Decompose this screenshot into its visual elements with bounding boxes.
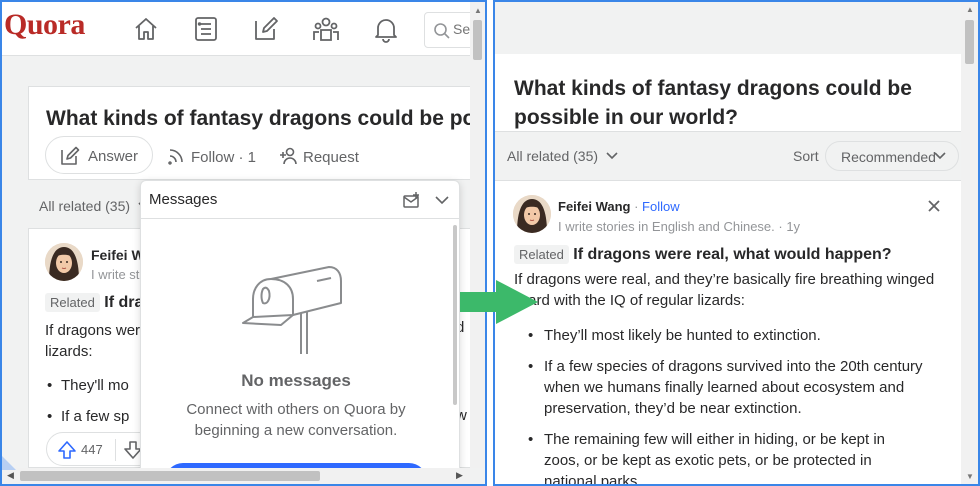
answer-bullet: They'll mo xyxy=(47,377,129,394)
right-browser-pane: What kinds of fantasy dragons could be p… xyxy=(493,0,980,486)
author-avatar[interactable] xyxy=(45,243,83,281)
all-related-dropdown[interactable]: All related (35) xyxy=(507,148,618,164)
close-icon[interactable] xyxy=(927,199,941,213)
related-question-title: If dragons were real, what would happen? xyxy=(573,246,892,263)
empty-state-title: No messages xyxy=(241,371,351,390)
answer-bullet: If a few species of dragons survived int… xyxy=(528,356,924,419)
new-message-icon[interactable] xyxy=(402,191,422,209)
empty-state-subtitle: Connect with others on Quora by beginnin… xyxy=(186,401,406,439)
answer-card: Feifei Wang · Follow I write stories in … xyxy=(495,180,961,484)
all-related-dropdown[interactable]: All related (35) xyxy=(39,198,150,214)
all-related-label: All related (35) xyxy=(39,198,131,214)
upvote-count: 447 xyxy=(81,442,103,457)
scrollbar-thumb[interactable] xyxy=(473,20,482,60)
separator-dot: · xyxy=(630,199,643,214)
related-question-title: If dra xyxy=(104,294,144,311)
request-person-icon xyxy=(280,147,297,165)
answer-button[interactable]: Answer xyxy=(45,136,153,174)
scroll-down-arrow[interactable]: ▼ xyxy=(966,472,974,481)
related-tag: Related xyxy=(45,293,100,312)
answer-bullet: The remaining few will either in hiding,… xyxy=(528,429,924,484)
vertical-scrollbar[interactable]: ▲ ▼ xyxy=(961,2,978,484)
scroll-left-arrow[interactable]: ◀ xyxy=(7,470,14,481)
answer-body: If dragons were real, and they’re basica… xyxy=(514,271,935,309)
follow-rss-icon xyxy=(168,149,183,165)
collapse-chevron-icon[interactable] xyxy=(433,191,451,209)
author-name[interactable]: Feifei W xyxy=(91,247,145,263)
transition-arrow-icon xyxy=(460,280,538,324)
spaces-icon[interactable] xyxy=(312,15,342,43)
vote-divider xyxy=(115,439,116,461)
follow-label: Follow · 1 xyxy=(191,149,257,166)
related-tag: Related xyxy=(514,245,569,264)
question-card: What kinds of fantasy dragons could be p… xyxy=(495,54,961,132)
header-spacer xyxy=(495,2,963,54)
scroll-right-arrow[interactable]: ▶ xyxy=(456,470,463,481)
quora-header: Quora xyxy=(2,2,484,56)
messages-scrollbar[interactable] xyxy=(451,221,459,479)
messages-popup: Messages No messages Connect with others… xyxy=(140,180,460,480)
chevron-down-icon xyxy=(606,152,618,160)
search-icon xyxy=(434,23,450,39)
pencil-icon xyxy=(61,146,80,165)
question-title[interactable]: What kinds of fantasy dragons could be p… xyxy=(46,107,471,131)
question-card: What kinds of fantasy dragons could be p… xyxy=(28,86,471,180)
following-icon[interactable] xyxy=(192,15,222,43)
follow-button[interactable]: Follow · 1 xyxy=(167,147,256,166)
all-related-label: All related (35) xyxy=(507,148,599,164)
sort-dropdown[interactable]: Recommended xyxy=(825,141,959,171)
scroll-up-arrow[interactable]: ▲ xyxy=(474,6,482,15)
sort-value: Recommended xyxy=(841,149,936,165)
scrollbar-thumb[interactable] xyxy=(965,20,974,64)
answer-bullet: They’ll most likely be hunted to extinct… xyxy=(528,325,924,346)
chevron-down-icon xyxy=(934,152,946,160)
related-question[interactable]: Related If dragons were real, what would… xyxy=(514,245,892,264)
scrollbar-thumb[interactable] xyxy=(20,471,320,481)
scroll-up-arrow[interactable]: ▲ xyxy=(966,5,974,14)
notifications-bell-icon[interactable] xyxy=(372,15,402,43)
follow-author-link[interactable]: Follow xyxy=(642,199,680,214)
answer-icon[interactable] xyxy=(252,15,282,43)
related-question[interactable]: Related If dra xyxy=(45,293,143,312)
empty-mailbox-icon xyxy=(242,266,342,354)
answer-bullet: If a few sp xyxy=(47,408,129,425)
messages-header: Messages xyxy=(141,181,459,219)
author-line: Feifei Wang · Follow xyxy=(558,199,680,214)
author-avatar[interactable] xyxy=(513,195,551,233)
corner-decoration-icon xyxy=(2,456,16,470)
sort-label: Sort xyxy=(793,148,819,164)
question-title[interactable]: What kinds of fantasy dragons could be p… xyxy=(514,74,944,132)
upvote-icon[interactable] xyxy=(57,440,77,460)
screenshot-root: Quora What kinds of fantasy dragon xyxy=(0,0,980,486)
home-icon[interactable] xyxy=(132,15,162,43)
request-button[interactable]: Request xyxy=(279,147,359,166)
left-browser-pane: Quora What kinds of fantasy dragon xyxy=(0,0,487,486)
answer-bullet-list: They’ll most likely be hunted to extinct… xyxy=(528,325,924,484)
author-credential: I write st xyxy=(91,267,140,282)
request-label: Request xyxy=(303,149,359,166)
author-credential: I write stories in English and Chinese. … xyxy=(558,219,801,234)
vertical-scrollbar[interactable]: ▲ xyxy=(470,2,485,468)
horizontal-scrollbar[interactable]: ◀ ▶ xyxy=(2,468,470,484)
author-name[interactable]: Feifei Wang xyxy=(558,199,630,214)
messages-title: Messages xyxy=(149,191,218,208)
scrollbar-thumb[interactable] xyxy=(453,225,457,405)
quora-logo[interactable]: Quora xyxy=(4,8,85,42)
answer-label: Answer xyxy=(88,148,139,165)
